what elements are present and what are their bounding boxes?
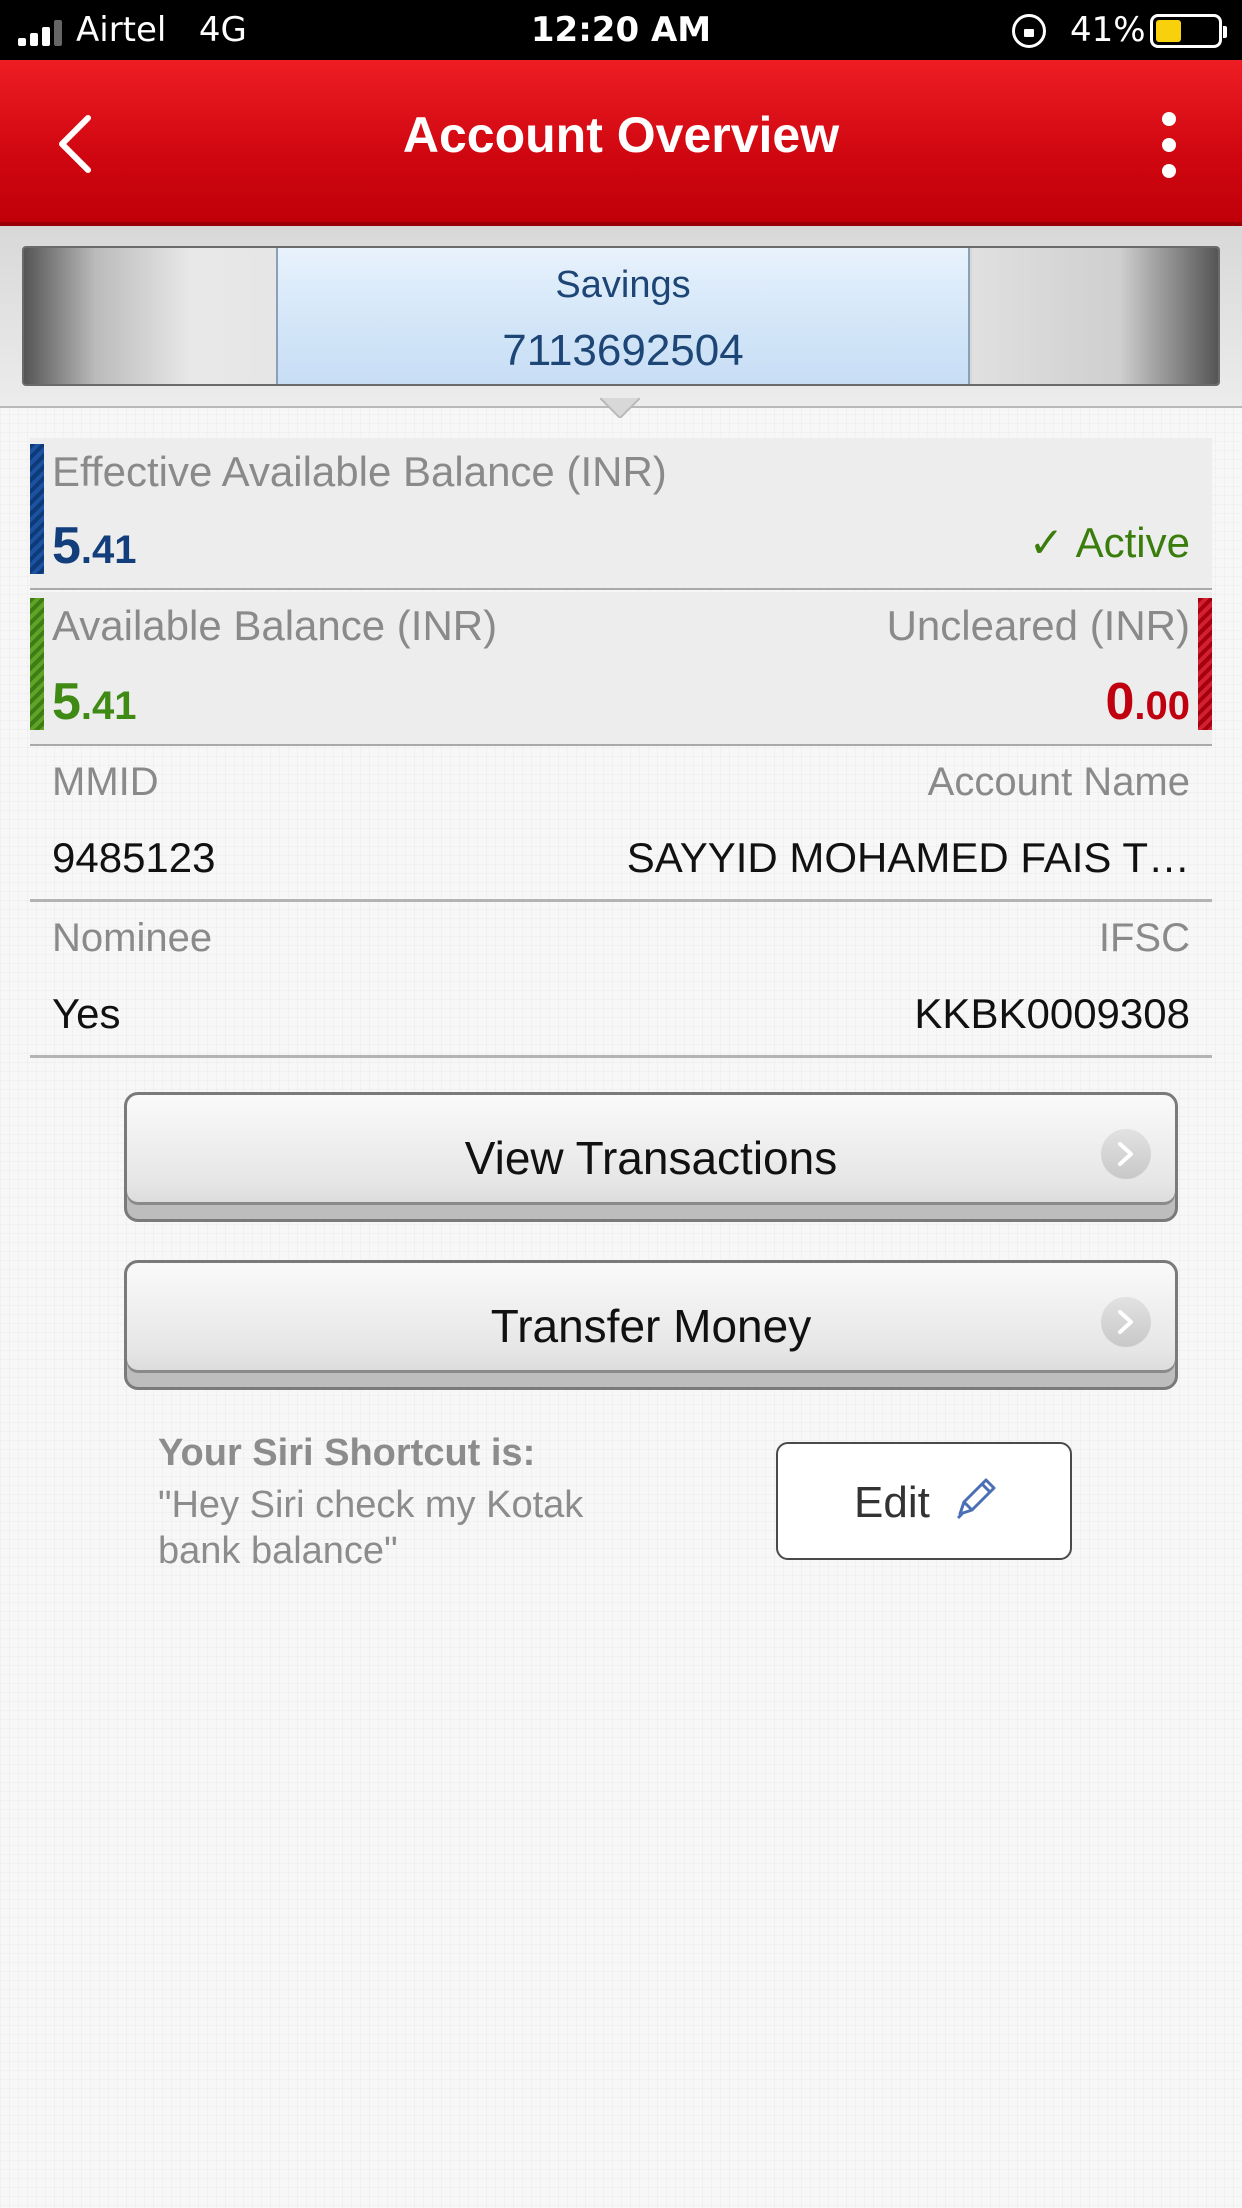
chevron-right-icon — [1101, 1129, 1151, 1179]
effective-balance-label: Effective Available Balance (INR) — [52, 448, 667, 495]
check-icon: ✓ — [1028, 519, 1064, 566]
more-options-button[interactable] — [1150, 112, 1190, 178]
available-balance-indicator — [30, 598, 44, 730]
ifsc-value: KKBK0009308 — [914, 990, 1190, 1037]
uncleared-amount: 0.00 — [1105, 673, 1190, 731]
account-name-label: Account Name — [927, 760, 1190, 804]
nominee-label: Nominee — [52, 916, 213, 960]
transfer-money-label: Transfer Money — [490, 1300, 812, 1352]
page-title: Account Overview — [402, 107, 840, 163]
account-selector-band: Savings 7113692504 — [0, 226, 1242, 408]
available-balance-amount: 5.41 — [52, 673, 137, 731]
battery-percentage: 41% — [1070, 10, 1146, 50]
siri-shortcut-phrase: "Hey Siri check my Kotak bank balance" — [158, 1484, 584, 1572]
edit-siri-shortcut-button[interactable]: Edit — [776, 1442, 1072, 1560]
battery-fill — [1156, 20, 1181, 42]
nominee-ifsc-row: Nominee IFSC Yes KKBK0009308 — [30, 902, 1212, 1058]
more-vertical-icon — [1162, 112, 1176, 126]
account-type: Savings — [555, 264, 691, 306]
view-transactions-label: View Transactions — [464, 1132, 838, 1184]
effective-balance-amount: 5.41 — [52, 517, 137, 575]
available-balance-panel: Available Balance (INR) 5.41 Uncleared (… — [30, 592, 1212, 746]
transfer-money-button[interactable]: Transfer Money — [124, 1260, 1178, 1390]
account-name-value: SAYYID MOHAMED FAIS T… — [626, 834, 1190, 881]
available-balance-label: Available Balance (INR) — [52, 602, 498, 649]
account-carousel[interactable]: Savings 7113692504 — [22, 246, 1220, 386]
nominee-value: Yes — [52, 990, 121, 1037]
mmid-account-name-row: MMID Account Name 9485123 SAYYID MOHAMED… — [30, 746, 1212, 902]
selection-pointer — [600, 398, 640, 418]
account-status-text: Active — [1075, 519, 1190, 566]
edit-label: Edit — [854, 1478, 930, 1527]
ifsc-label: IFSC — [1098, 916, 1190, 960]
app-header: Account Overview — [0, 60, 1242, 226]
clock: 12:20 AM — [530, 10, 712, 50]
view-transactions-button[interactable]: View Transactions — [124, 1092, 1178, 1222]
effective-balance-indicator — [30, 444, 44, 574]
battery-icon — [1150, 14, 1227, 48]
mmid-value: 9485123 — [52, 834, 216, 881]
uncleared-indicator — [1198, 598, 1212, 730]
status-bar: Airtel 4G 12:20 AM 41% — [0, 0, 1242, 60]
mmid-label: MMID — [52, 760, 159, 804]
account-status: ✓ Active — [1029, 518, 1190, 567]
orientation-lock-icon — [1012, 14, 1046, 48]
pencil-icon — [956, 1478, 996, 1520]
effective-balance-panel: Effective Available Balance (INR) 5.41 ✓… — [30, 438, 1212, 590]
siri-shortcut-title: Your Siri Shortcut is: — [158, 1432, 536, 1474]
account-number: 7113692504 — [502, 326, 744, 375]
chevron-right-icon — [1101, 1297, 1151, 1347]
uncleared-label: Uncleared (INR) — [886, 602, 1190, 649]
selected-account-card[interactable]: Savings 7113692504 — [276, 248, 970, 384]
